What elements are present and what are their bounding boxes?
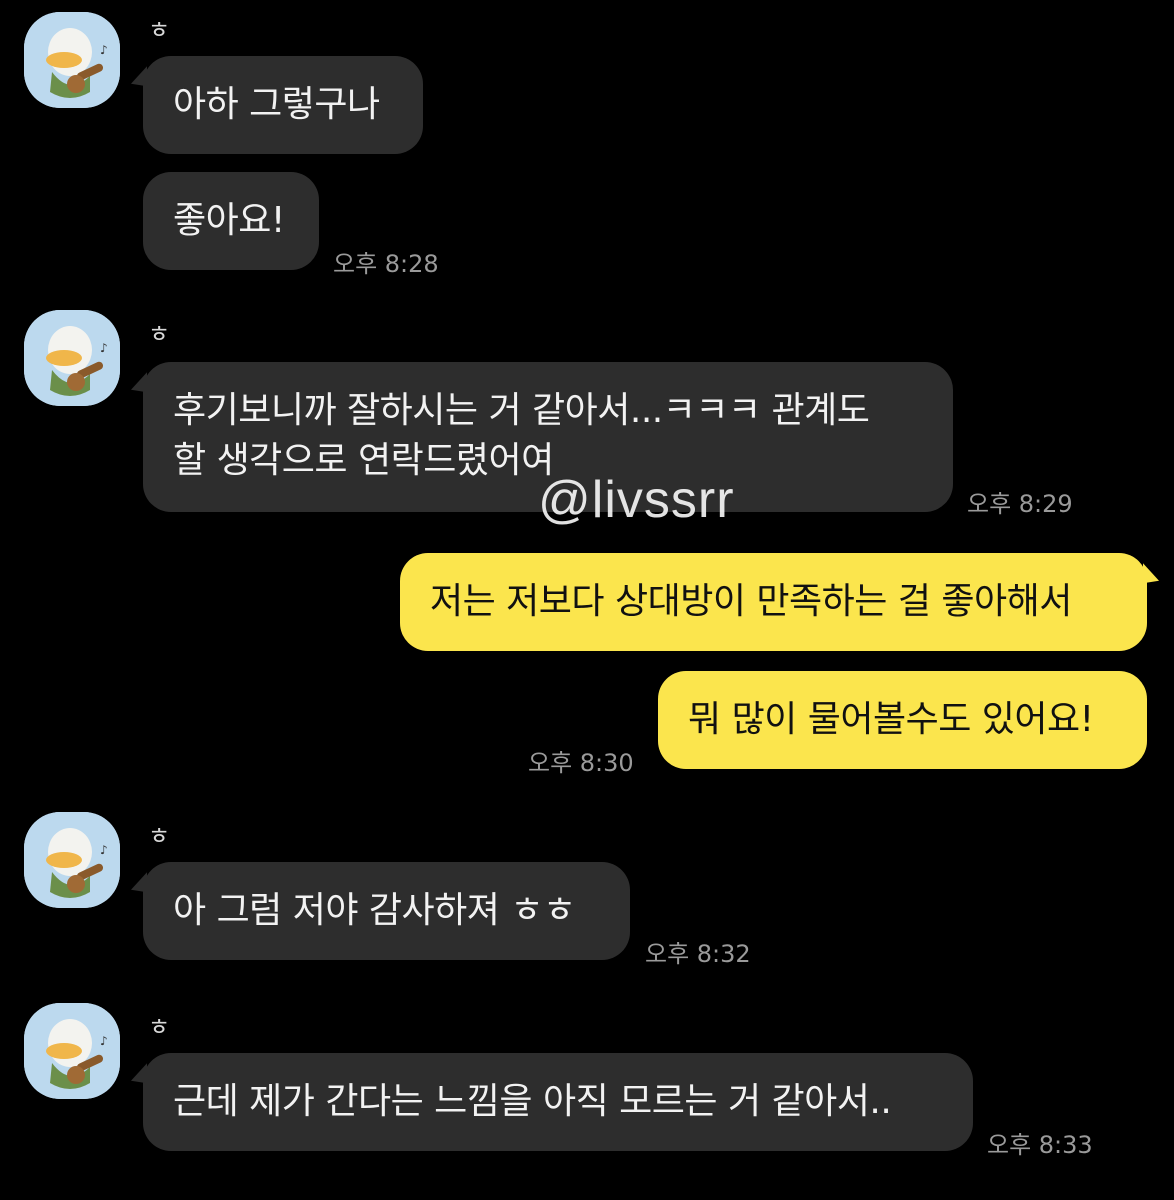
sender-name: ㅎ [148,16,171,44]
duck-with-guitar-icon: ♪ [24,12,120,108]
svg-text:♪: ♪ [100,1034,108,1048]
duck-with-guitar-icon: ♪ [24,812,120,908]
message-timestamp: 오후 8:29 [967,490,1073,518]
message-timestamp: 오후 8:30 [528,749,634,777]
message-bubble-outgoing[interactable]: 뭐 많이 물어볼수도 있어요! [658,671,1147,769]
message-bubble-incoming[interactable]: 아하 그렇구나 [143,56,423,154]
message-text: 저는 저보다 상대방이 만족하는 걸 좋아해서 [430,581,1072,622]
message-text: 근데 제가 간다는 느낌을 아직 모르는 거 같아서.. [173,1081,892,1122]
message-text: 좋아요! [173,200,285,241]
sender-name: ㅎ [148,320,171,348]
message-bubble-incoming[interactable]: 좋아요! [143,172,319,270]
watermark: @livssrr [538,471,735,529]
message-bubble-incoming[interactable]: 아 그럼 저야 감사하져 ㅎㅎ [143,862,630,960]
avatar[interactable]: ♪ [24,12,120,108]
message-text: 아하 그렇구나 [173,84,380,125]
svg-text:♪: ♪ [100,43,108,57]
duck-with-guitar-icon: ♪ [24,310,120,406]
duck-with-guitar-icon: ♪ [24,1003,120,1099]
avatar[interactable]: ♪ [24,310,120,406]
svg-text:♪: ♪ [100,843,108,857]
message-bubble-incoming[interactable]: 근데 제가 간다는 느낌을 아직 모르는 거 같아서.. [143,1053,973,1151]
message-bubble-outgoing[interactable]: 저는 저보다 상대방이 만족하는 걸 좋아해서 [400,553,1147,651]
message-timestamp: 오후 8:28 [333,250,439,278]
avatar[interactable]: ♪ [24,812,120,908]
message-text-line: 후기보니까 잘하시는 거 같아서...ㅋㅋㅋ 관계도 [173,390,870,431]
message-timestamp: 오후 8:32 [645,940,751,968]
message-text: 뭐 많이 물어볼수도 있어요! [688,699,1094,740]
svg-text:♪: ♪ [100,341,108,355]
message-text: 아 그럼 저야 감사하져 ㅎㅎ [173,890,576,931]
sender-name: ㅎ [148,1013,171,1041]
sender-name: ㅎ [148,822,171,850]
message-timestamp: 오후 8:33 [987,1131,1093,1159]
avatar[interactable]: ♪ [24,1003,120,1099]
